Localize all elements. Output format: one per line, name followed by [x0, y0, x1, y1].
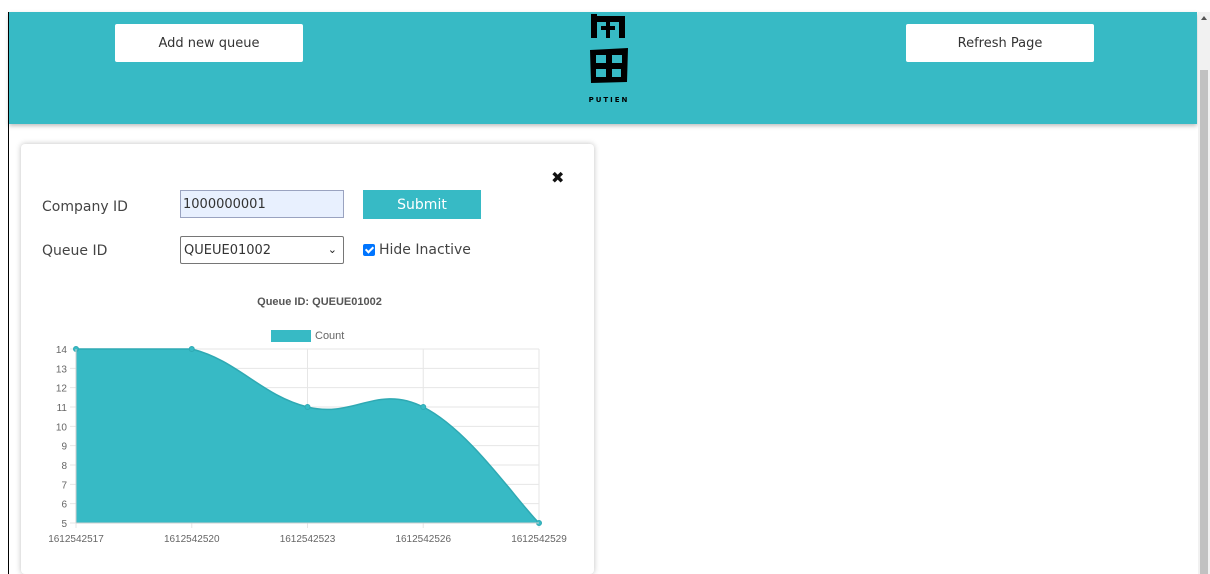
submit-button[interactable]: Submit — [363, 190, 481, 219]
hide-inactive-checkbox[interactable] — [363, 244, 375, 256]
close-icon[interactable]: ✖ — [551, 168, 564, 187]
y-tick-label: 8 — [61, 461, 67, 472]
data-point — [188, 346, 195, 352]
y-tick-label: 5 — [61, 519, 67, 530]
hide-inactive-label: Hide Inactive — [379, 242, 471, 258]
top-frame — [0, 0, 1210, 12]
x-tick-label: 1612542526 — [395, 534, 451, 545]
x-tick-label: 1612542523 — [280, 534, 336, 545]
data-point — [304, 404, 311, 410]
y-tick-label: 9 — [61, 442, 67, 453]
queue-panel: ✖ Company ID 1000000001 Submit Queue ID … — [21, 144, 594, 574]
x-tick-label: 1612542520 — [164, 534, 220, 545]
hide-inactive-toggle[interactable]: Hide Inactive — [363, 242, 471, 258]
y-tick-label: 10 — [56, 422, 68, 433]
chevron-down-icon: ⌄ — [327, 243, 337, 256]
add-new-queue-button[interactable]: Add new queue — [115, 24, 303, 62]
chart-title: Queue ID: QUEUE01002 — [257, 296, 382, 308]
y-tick-label: 14 — [56, 345, 68, 356]
scrollbar-thumb[interactable] — [1200, 70, 1208, 574]
y-tick-label: 7 — [61, 480, 67, 491]
logo-glyph-icon — [590, 14, 628, 83]
y-tick-label: 12 — [56, 384, 68, 395]
queue-id-select[interactable]: QUEUE01002 ⌄ — [180, 236, 344, 264]
scroll-up-arrow-icon[interactable] — [1201, 16, 1207, 20]
y-tick-label: 11 — [57, 403, 68, 414]
queue-id-selected-value: QUEUE01002 — [184, 242, 272, 258]
x-tick-label: 1612542529 — [511, 534, 567, 545]
legend-swatch — [271, 330, 311, 342]
company-id-input[interactable]: 1000000001 — [180, 190, 344, 218]
queue-id-label: Queue ID — [42, 243, 108, 259]
x-tick-label: 1612542517 — [48, 534, 104, 545]
y-tick-label: 13 — [56, 364, 68, 375]
data-point — [420, 404, 427, 410]
vertical-scrollbar[interactable] — [1198, 12, 1210, 574]
putien-logo: PUTIEN — [581, 12, 637, 108]
logo-text: PUTIEN — [588, 96, 630, 104]
refresh-page-button[interactable]: Refresh Page — [906, 24, 1094, 62]
company-id-label: Company ID — [42, 199, 128, 215]
queue-count-chart: Queue ID: QUEUE01002 Count 5 6 7 8 9 10 11 12 13 14… — [48, 296, 567, 545]
legend-label: Count — [315, 330, 344, 342]
header-bar: Add new queue PUTIEN Refresh Page — [9, 12, 1197, 124]
y-tick-label: 6 — [61, 500, 67, 511]
